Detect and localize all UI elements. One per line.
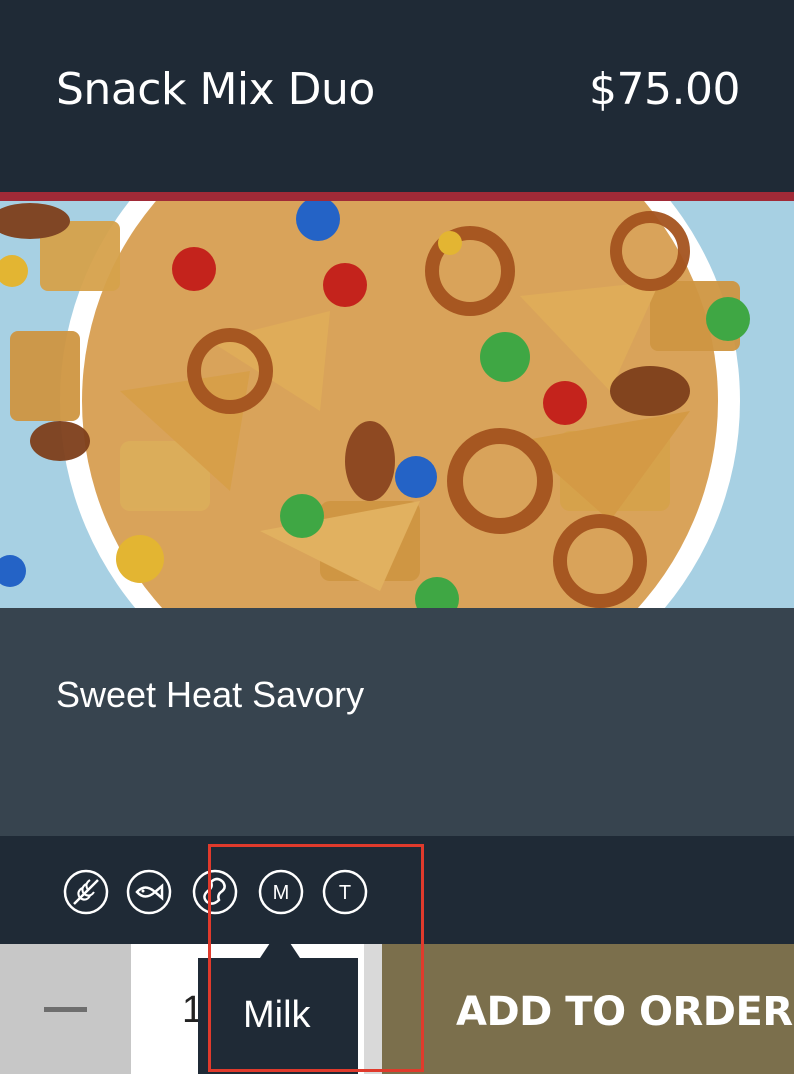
wheat-icon[interactable] — [62, 868, 110, 916]
fish-icon[interactable] — [125, 868, 173, 916]
product-title: Snack Mix Duo — [56, 64, 375, 115]
minus-icon — [44, 1007, 87, 1012]
decrease-quantity-button[interactable] — [0, 944, 131, 1074]
product-description: Sweet Heat Savory — [56, 674, 365, 715]
snack-mix-illustration — [0, 201, 794, 608]
product-image — [0, 201, 794, 608]
description-panel — [0, 608, 794, 836]
accent-divider — [0, 192, 794, 201]
focus-highlight — [208, 844, 424, 1072]
product-header: Snack Mix Duo $75.00 — [0, 0, 794, 192]
add-to-order-label: ADD TO ORDER — [456, 989, 793, 1035]
product-price: $75.00 — [589, 64, 740, 115]
